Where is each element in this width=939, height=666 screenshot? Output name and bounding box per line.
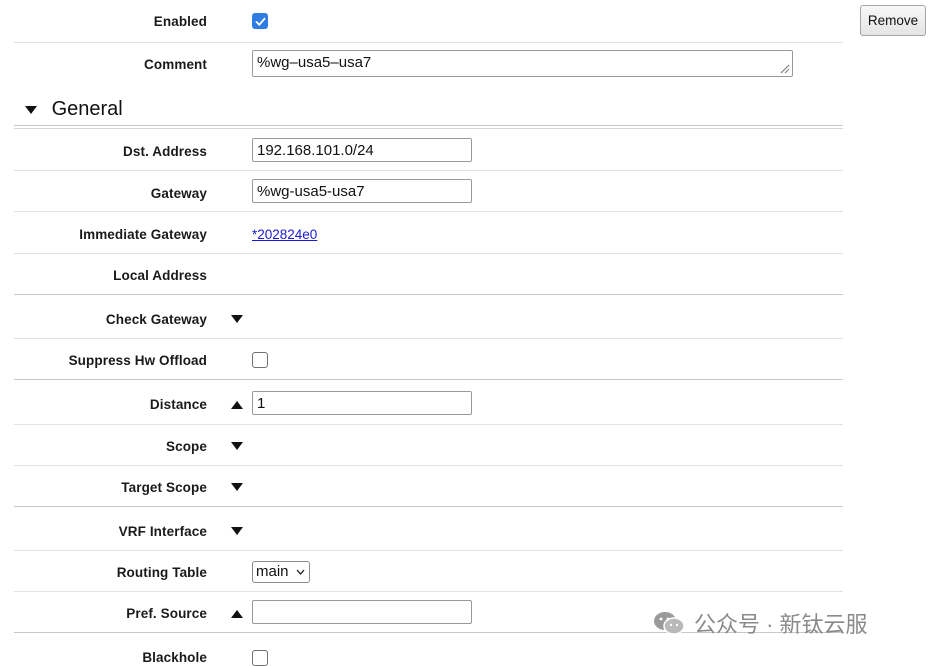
distance-input[interactable]: [252, 391, 472, 415]
watermark: 公众号 · 新钛云服: [652, 607, 868, 639]
row-immediate-gateway: Immediate Gateway *202824e0: [14, 211, 843, 254]
wechat-icon: [654, 612, 685, 635]
pref-source-input[interactable]: [252, 600, 472, 624]
blackhole-checkbox[interactable]: [252, 650, 268, 666]
local-address-label: Local Address: [113, 268, 207, 283]
watermark-text: 公众号 · 新钛云服: [694, 612, 868, 637]
enabled-checkbox[interactable]: [252, 13, 268, 29]
row-dst-address: Dst. Address: [14, 128, 843, 171]
row-target-scope: Target Scope: [14, 465, 843, 507]
comment-value: %wg–usa5–usa7: [257, 54, 372, 71]
resize-handle-icon[interactable]: [778, 62, 790, 74]
triangle-up-icon[interactable]: [230, 609, 244, 619]
section-divider: [14, 125, 843, 126]
row-comment: Comment %wg–usa5–usa7: [14, 42, 843, 85]
caret-down-icon: [25, 105, 37, 114]
enabled-label: Enabled: [153, 14, 207, 29]
row-distance: Distance: [14, 379, 843, 425]
remove-button[interactable]: Remove: [860, 5, 926, 36]
checkmark-icon: [255, 17, 265, 26]
comment-textarea[interactable]: %wg–usa5–usa7: [252, 50, 793, 77]
row-routing-table: Routing Table main: [14, 550, 843, 592]
immediate-gateway-link[interactable]: *202824e0: [252, 227, 317, 242]
triangle-down-icon[interactable]: [230, 526, 244, 536]
blackhole-label: Blackhole: [142, 650, 207, 665]
row-check-gateway: Check Gateway: [14, 294, 843, 339]
row-gateway: Gateway: [14, 170, 843, 212]
triangle-down-icon[interactable]: [230, 314, 244, 324]
routing-table-label: Routing Table: [116, 565, 207, 580]
row-enabled: Enabled: [14, 0, 843, 42]
triangle-down-icon[interactable]: [230, 441, 244, 451]
dst-address-label: Dst. Address: [123, 144, 207, 159]
routing-table-value: main: [256, 563, 289, 580]
row-vrf-interface: VRF Interface: [14, 506, 843, 551]
immediate-gateway-label: Immediate Gateway: [79, 227, 207, 242]
comment-label: Comment: [144, 57, 207, 72]
suppress-hw-offload-label: Suppress Hw Offload: [68, 353, 207, 368]
gateway-label: Gateway: [150, 186, 207, 201]
section-general-title: General: [51, 98, 123, 120]
triangle-up-icon[interactable]: [230, 400, 244, 410]
routing-table-select[interactable]: main: [252, 561, 310, 583]
triangle-down-icon[interactable]: [230, 482, 244, 492]
dst-address-input[interactable]: [252, 138, 472, 162]
gateway-input[interactable]: [252, 179, 472, 203]
vrf-interface-label: VRF Interface: [118, 524, 207, 539]
suppress-hw-offload-checkbox[interactable]: [252, 352, 268, 368]
row-suppress-hw-offload: Suppress Hw Offload: [14, 338, 843, 380]
row-local-address: Local Address: [14, 253, 843, 295]
check-gateway-label: Check Gateway: [105, 312, 207, 327]
scope-label: Scope: [165, 439, 207, 454]
chevron-down-icon: [296, 569, 305, 575]
target-scope-label: Target Scope: [121, 480, 207, 495]
distance-label: Distance: [149, 397, 207, 412]
section-general-header[interactable]: General: [10, 98, 123, 121]
pref-source-label: Pref. Source: [126, 606, 207, 621]
row-scope: Scope: [14, 424, 843, 466]
